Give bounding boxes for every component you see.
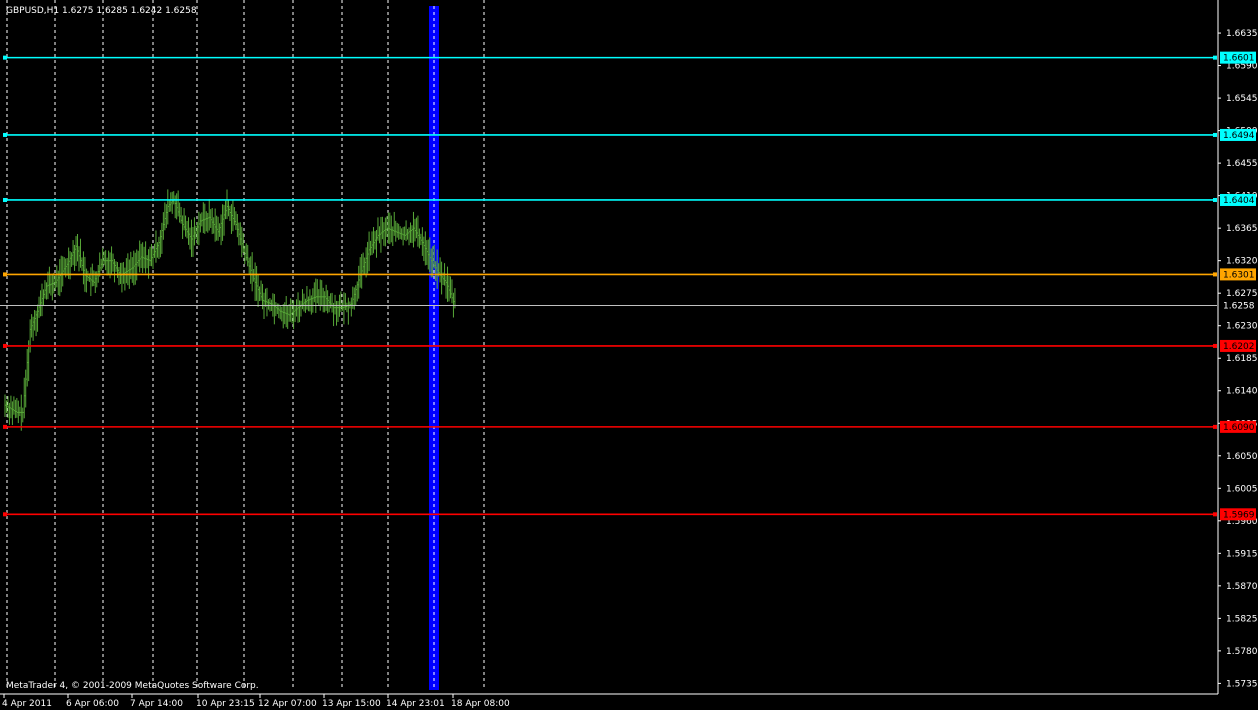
price-tag[interactable]: 1.6202 bbox=[1220, 339, 1256, 352]
time-tick-label: 4 Apr 2011 bbox=[2, 699, 52, 709]
time-tick-label: 7 Apr 14:00 bbox=[130, 699, 183, 709]
price-tick-label: 1.6275 bbox=[1226, 289, 1258, 299]
level-anchor-right[interactable] bbox=[1213, 343, 1217, 348]
price-tick-label: 1.6140 bbox=[1226, 387, 1258, 397]
price-tag-label: 1.6202 bbox=[1223, 342, 1255, 352]
level-anchor-left[interactable] bbox=[3, 343, 7, 348]
price-tick-label: 1.6365 bbox=[1226, 224, 1258, 234]
chart-background bbox=[0, 0, 1258, 710]
level-anchor-right[interactable] bbox=[1213, 424, 1217, 429]
price-tag[interactable]: 1.6494 bbox=[1220, 128, 1256, 141]
copyright-text: MetaTrader 4, © 2001-2009 MetaQuotes Sof… bbox=[6, 681, 259, 691]
price-tag[interactable]: 1.6301 bbox=[1220, 268, 1256, 281]
time-tick-label: 10 Apr 23:15 bbox=[196, 699, 255, 709]
price-tick-label: 1.6455 bbox=[1226, 159, 1258, 169]
time-tick-label: 12 Apr 07:00 bbox=[258, 699, 317, 709]
time-tick-label: 6 Apr 06:00 bbox=[66, 699, 119, 709]
level-anchor-right[interactable] bbox=[1213, 197, 1217, 202]
price-tag-label: 1.6258 bbox=[1223, 301, 1255, 311]
price-tick-label: 1.5915 bbox=[1226, 549, 1258, 559]
price-tag-label: 1.6601 bbox=[1223, 54, 1255, 64]
price-tag-label: 1.6494 bbox=[1223, 131, 1255, 141]
time-tick-label: 18 Apr 08:00 bbox=[451, 699, 510, 709]
price-tag[interactable]: 1.5969 bbox=[1220, 508, 1256, 521]
chart-header: GBPUSD,H1 1.6275 1.6285 1.6242 1.6258 bbox=[6, 6, 197, 16]
level-anchor-right[interactable] bbox=[1213, 55, 1217, 60]
price-tag[interactable]: 1.6404 bbox=[1220, 193, 1256, 206]
level-anchor-left[interactable] bbox=[3, 132, 7, 137]
price-tick-label: 1.5825 bbox=[1226, 614, 1258, 624]
price-tag-label: 1.5969 bbox=[1223, 510, 1255, 520]
price-tag[interactable]: 1.6258 bbox=[1220, 299, 1256, 312]
price-tick-label: 1.6635 bbox=[1226, 29, 1258, 39]
price-tick-label: 1.6545 bbox=[1226, 94, 1258, 104]
level-anchor-right[interactable] bbox=[1213, 512, 1217, 517]
price-tick-label: 1.5735 bbox=[1226, 679, 1258, 689]
price-tag[interactable]: 1.6090 bbox=[1220, 420, 1256, 433]
level-anchor-right[interactable] bbox=[1213, 132, 1217, 137]
price-tick-label: 1.6050 bbox=[1226, 452, 1258, 462]
price-chart[interactable]: 1.66351.65901.65451.65001.64551.64101.63… bbox=[0, 0, 1258, 710]
price-tick-label: 1.5780 bbox=[1226, 647, 1258, 657]
price-tick-label: 1.5870 bbox=[1226, 582, 1258, 592]
price-tick-label: 1.6185 bbox=[1226, 354, 1258, 364]
level-anchor-left[interactable] bbox=[3, 55, 7, 60]
price-tick-label: 1.6230 bbox=[1226, 322, 1258, 332]
level-anchor-left[interactable] bbox=[3, 424, 7, 429]
price-tag-label: 1.6301 bbox=[1223, 270, 1255, 280]
level-anchor-left[interactable] bbox=[3, 512, 7, 517]
level-anchor-right[interactable] bbox=[1213, 272, 1217, 277]
level-anchor-left[interactable] bbox=[3, 197, 7, 202]
level-anchor-left[interactable] bbox=[3, 272, 7, 277]
price-tag[interactable]: 1.6601 bbox=[1220, 51, 1256, 64]
price-tag-label: 1.6090 bbox=[1223, 423, 1255, 433]
vertical-time-marker[interactable] bbox=[429, 6, 439, 690]
price-tag-label: 1.6404 bbox=[1223, 196, 1255, 206]
time-tick-label: 13 Apr 15:00 bbox=[322, 699, 381, 709]
time-tick-label: 14 Apr 23:01 bbox=[386, 699, 445, 709]
price-tick-label: 1.6005 bbox=[1226, 484, 1258, 494]
price-tick-label: 1.6320 bbox=[1226, 257, 1258, 267]
